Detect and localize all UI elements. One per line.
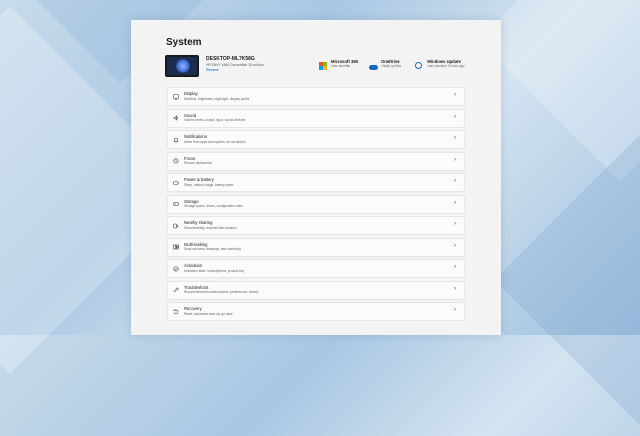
settings-item-description: Discoverability, received files location (184, 225, 237, 230)
tile-subtitle: View benefits (331, 63, 350, 68)
settings-item-sound[interactable]: Sound Volume levels, output, input, sound… (167, 108, 465, 128)
settings-item-description: Volume levels, output, input, sound devi… (184, 118, 246, 122)
tile-onedrive[interactable]: OneDrive • Back up files (369, 59, 402, 70)
settings-item-title: Activation (184, 263, 203, 269)
settings-item-description: Snap windows, desktops, task switching (184, 247, 241, 251)
chevron-right-icon: › (454, 285, 456, 292)
device-name: DESKTOP-ML7K58G (206, 56, 255, 62)
focus-icon (171, 158, 181, 164)
bell-icon (171, 137, 181, 143)
settings-item-display[interactable]: Display Monitors, brightness, night light… (167, 87, 465, 106)
quick-tiles: Microsoft 365 View benefits OneDrive • B… (319, 59, 475, 70)
multitask-icon (171, 244, 181, 250)
tile-microsoft-365[interactable]: Microsoft 365 View benefits (319, 59, 358, 70)
device-card: DESKTOP-ML7K58G HP ENVY x360 Convertible… (165, 55, 264, 79)
microsoft-logo-icon (319, 62, 327, 70)
chevron-right-icon: › (454, 221, 456, 227)
settings-item-troubleshoot[interactable]: Troubleshoot Recommended troubleshooters,… (167, 280, 465, 300)
settings-window: System DESKTOP-ML7K58G HP ENVY x360 Conv… (131, 20, 501, 335)
device-model: HP ENVY x360 Convertible 15-eu0xxx (206, 63, 264, 67)
settings-item-title: Power & battery (184, 177, 214, 183)
share-icon (171, 223, 181, 229)
chevron-right-icon: › (454, 242, 456, 249)
tile-windows-update[interactable]: Windows Update Last checked: 3 hours ago (415, 59, 465, 70)
chevron-right-icon: › (454, 178, 456, 184)
settings-item-activation[interactable]: Activation Activation state, subscription… (167, 259, 465, 278)
device-thumbnail (165, 55, 199, 77)
settings-item-nearby-sharing[interactable]: Nearby sharing Discoverability, received … (167, 216, 465, 235)
chevron-right-icon: › (454, 135, 456, 141)
settings-item-title: Notifications (184, 134, 207, 140)
power-icon (171, 180, 181, 186)
settings-item-title: Nearby sharing (184, 220, 213, 226)
chevron-right-icon: › (454, 113, 456, 120)
chevron-right-icon: › (454, 199, 456, 206)
wrench-icon (171, 287, 181, 293)
speaker-icon (171, 115, 181, 121)
cloud-icon (369, 62, 378, 70)
settings-item-description: Activation state, subscriptions, product… (184, 268, 245, 273)
settings-item-description: Monitors, brightness, night light, displ… (184, 96, 250, 101)
settings-item-description: Alerts from apps and system, do not dist… (184, 139, 246, 144)
recovery-icon (171, 309, 181, 315)
settings-item-power-battery[interactable]: Power & battery Sleep, battery usage, bat… (167, 173, 465, 192)
tile-subtitle: • Back up files (381, 63, 402, 68)
chevron-right-icon: › (454, 307, 456, 313)
storage-icon (171, 201, 181, 207)
settings-item-recovery[interactable]: Recovery Reset, advanced start-up, go bac… (167, 302, 465, 321)
page-title: System (166, 37, 202, 48)
settings-item-storage[interactable]: Storage Storage space, drives, configurat… (167, 194, 465, 214)
settings-item-description: Reset, advanced start-up, go back (184, 311, 233, 316)
settings-item-description: Recommended troubleshooters, preferences… (184, 290, 259, 294)
update-icon (415, 62, 423, 70)
settings-item-multi-tasking[interactable]: Multi-tasking Snap windows, desktops, tas… (167, 237, 465, 257)
settings-item-description: Storage space, drives, configuration rul… (184, 204, 243, 208)
rename-link[interactable]: Rename (206, 68, 264, 72)
wallpaper-shape (494, 124, 640, 436)
monitor-icon (171, 93, 181, 100)
settings-item-description: Reduce distractions (184, 161, 212, 165)
settings-item-title: Recovery (184, 306, 202, 312)
settings-list: Display Monitors, brightness, night light… (167, 87, 465, 324)
settings-item-notifications[interactable]: Notifications Alerts from apps and system… (167, 130, 465, 149)
activation-icon (171, 265, 181, 272)
tile-subtitle: Last checked: 3 hours ago (427, 63, 465, 68)
chevron-right-icon: › (454, 264, 456, 270)
settings-item-focus[interactable]: Focus Reduce distractions › (167, 151, 465, 171)
wallpaper-shape (478, 0, 640, 182)
chevron-right-icon: › (454, 156, 456, 163)
settings-item-title: Display (184, 91, 198, 97)
settings-item-description: Sleep, battery usage, battery saver (184, 182, 234, 187)
chevron-right-icon: › (454, 92, 456, 98)
